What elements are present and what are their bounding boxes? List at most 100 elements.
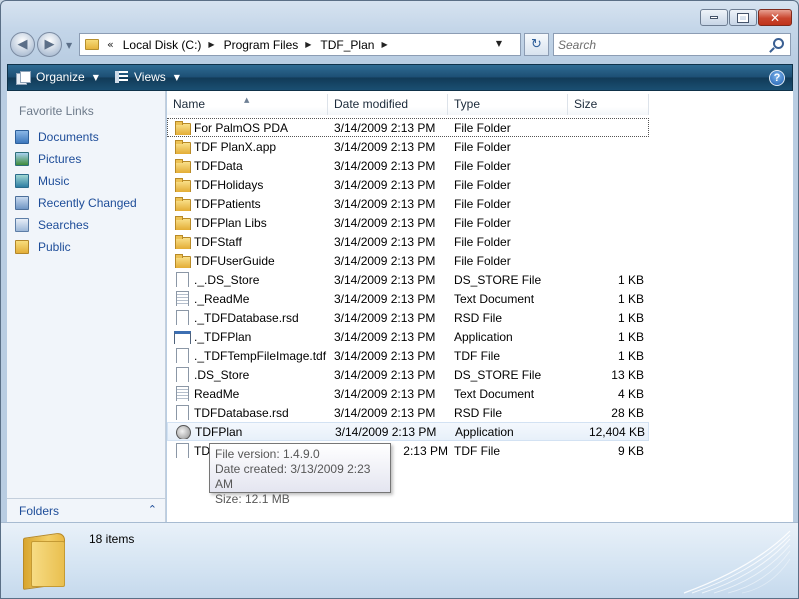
folder-icon [85,39,99,50]
chevron-down-icon: ▼ [92,72,99,82]
breadcrumb-separator-icon[interactable]: ▶ [381,40,387,49]
folder-icon [174,177,191,192]
help-icon[interactable]: ? [769,70,785,86]
folder-icon [174,139,191,154]
file-row[interactable]: TDFPlan Libs 3/14/2009 2:13 PM File Folder [167,213,649,232]
folders-toggle[interactable]: Folders ⌃ [7,498,165,522]
column-header-type[interactable]: Type [448,94,568,115]
folder-icon [174,196,191,211]
nav-link-searches[interactable]: Searches [15,214,163,236]
file-date: 3/14/2009 2:13 PM [334,386,436,401]
file-type: File Folder [454,120,511,135]
minimize-icon [710,16,718,19]
tdfplan-app-icon [175,424,191,439]
column-header-size[interactable]: Size [568,94,649,115]
address-bar[interactable]: « Local Disk (C:) ▶ Program Files ▶ TDF_… [79,33,521,56]
column-header-label: Type [454,97,481,111]
text-document-icon [174,291,189,306]
folder-icon [174,253,191,268]
file-type: File Folder [454,139,511,154]
folder-icon [174,120,191,135]
file-date: 3/14/2009 2:13 PM [334,158,436,173]
address-row: ◀ ▶ ▼ « Local Disk (C:) ▶ Program Files … [9,31,794,59]
file-type: TDF File [454,443,500,458]
close-button[interactable]: ✕ [758,9,792,26]
column-header-date-modified[interactable]: Date modified [328,94,448,115]
file-row[interactable]: ._.DS_Store 3/14/2009 2:13 PM DS_STORE Fil… [167,270,649,289]
views-menu-button[interactable]: Views ▼ [115,70,180,84]
address-dropdown-icon[interactable]: ▼ [496,39,502,48]
organize-menu-button[interactable]: Organize ▼ [16,70,99,85]
file-name: ._ReadMe [194,291,250,306]
breadcrumb-program-files[interactable]: Program Files [224,38,299,52]
folder-icon [174,215,191,230]
file-row[interactable]: TDFData 3/14/2009 2:13 PM File Folder [167,156,649,175]
file-size: 1 KB [617,310,644,325]
breadcrumb-separator-icon[interactable]: ▶ [208,40,214,49]
blank-file-icon [174,405,189,420]
sort-ascending-icon: ▲ [244,96,250,104]
file-row[interactable]: ReadMe 3/14/2009 2:13 PM Text Document 4 KB [167,384,649,403]
file-type: Application [455,424,514,439]
file-date: 3/14/2009 2:13 PM [334,348,436,363]
file-row[interactable]: For PalmOS PDA 3/14/2009 2:13 PM File Fold… [167,118,649,137]
column-header-name[interactable]: ▲ Name [167,94,328,115]
file-row[interactable]: TDFUserGuide 3/14/2009 2:13 PM File Folder [167,251,649,270]
breadcrumb-tdf-plan[interactable]: TDF_Plan [320,38,374,52]
nav-link-pictures[interactable]: Pictures [15,148,163,170]
minimize-button[interactable] [700,9,728,26]
maximize-button[interactable] [729,9,757,26]
file-date: 3/14/2009 2:13 PM [334,272,436,287]
explorer-window: ✕ ◀ ▶ ▼ « Local Disk (C:) ▶ Program File… [0,0,799,599]
search-icon[interactable] [773,38,784,49]
file-row[interactable]: ._TDFDatabase.rsd 3/14/2009 2:13 PM RSD Fi… [167,308,649,327]
caption-buttons: ✕ [700,9,792,26]
file-type: RSD File [454,405,503,420]
application-icon [174,329,191,344]
file-row[interactable]: TDFDatabase.rsd 3/14/2009 2:13 PM RSD File… [167,403,649,422]
back-button[interactable]: ◀ [10,32,35,57]
nav-link-label: Music [38,174,70,188]
file-row[interactable]: TDF PlanX.app 3/14/2009 2:13 PM File Folde… [167,137,649,156]
nav-link-recently-changed[interactable]: Recently Changed [15,192,163,214]
recent-pages-dropdown-icon[interactable]: ▼ [66,41,75,50]
nav-link-documents[interactable]: Documents [15,126,163,148]
search-input[interactable] [558,35,763,55]
file-type: TDF File [454,348,500,363]
file-row[interactable]: TDFHolidays 3/14/2009 2:13 PM File Folder [167,175,649,194]
file-row[interactable]: ._TDFPlan 3/14/2009 2:13 PM Application 1 K… [167,327,649,346]
file-row[interactable]: ._TDFTempFileImage.tdf 3/14/2009 2:13 PM T… [167,346,649,365]
favorite-links-list: Documents Pictures Music Recently Change… [15,126,163,258]
blank-file-icon [174,272,189,287]
file-type: Application [454,329,513,344]
file-type: Text Document [454,386,535,401]
file-row[interactable]: TDFStaff 3/14/2009 2:13 PM File Folder [167,232,649,251]
file-name: TDFData [194,158,243,173]
views-icon [115,71,128,83]
chevron-down-icon: ▼ [173,72,180,82]
breadcrumb-local-disk[interactable]: Local Disk (C:) [123,38,202,52]
file-row[interactable]: ._ReadMe 3/14/2009 2:13 PM Text Document 1 … [167,289,649,308]
file-row[interactable]: TDFPatients 3/14/2009 2:13 PM File Folder [167,194,649,213]
file-name: ._TDFPlan [194,329,252,344]
file-date: 3/14/2009 2:13 PM [334,310,436,325]
file-name: TDF PlanX.app [194,139,277,154]
file-name: TDFPlan Libs [194,215,267,230]
file-row[interactable]: .DS_Store 3/14/2009 2:13 PM DS_STORE File 1… [167,365,649,384]
forward-button[interactable]: ▶ [37,32,62,57]
blank-file-icon [174,367,189,382]
breadcrumb-separator-icon[interactable]: ▶ [305,40,311,49]
file-date: 3/14/2009 2:13 PM [334,139,436,154]
file-name: TDFHolidays [194,177,264,192]
file-row[interactable]: TDFPlan 3/14/2009 2:13 PM Application 12,40… [167,422,649,441]
recently-changed-icon [15,196,29,210]
breadcrumb-overflow[interactable]: « [107,38,114,51]
nav-link-label: Recently Changed [38,196,137,210]
nav-link-public[interactable]: Public [15,236,163,258]
refresh-icon: ↻ [531,37,542,52]
tooltip-date-created: Date created: 3/13/2009 2:23 AM [215,462,371,491]
nav-link-music[interactable]: Music [15,170,163,192]
search-box[interactable] [553,33,791,56]
views-label: Views [134,70,166,84]
refresh-button[interactable]: ↻ [524,33,549,56]
